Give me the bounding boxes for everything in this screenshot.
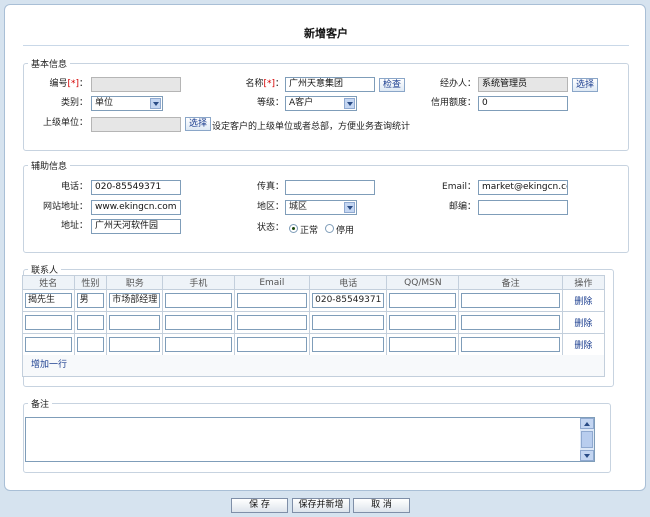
contact-email-input[interactable] xyxy=(236,315,308,330)
contact-email-input[interactable] xyxy=(236,337,308,352)
contact-qq-input[interactable] xyxy=(389,293,457,308)
contact-title-input[interactable] xyxy=(109,337,161,352)
contact-phone-input[interactable] xyxy=(312,337,385,352)
name-label: 名称[*]： xyxy=(245,79,284,89)
contact-phone-input[interactable]: 020-85549371 xyxy=(312,293,385,308)
add-row-link[interactable]: 增加一行 xyxy=(22,355,605,377)
level-select-value: A客户 xyxy=(289,98,314,108)
code-input[interactable] xyxy=(91,77,181,92)
contact-mobile-input[interactable] xyxy=(165,293,232,308)
column-header: QQ/MSN xyxy=(386,275,460,290)
delete-row-link[interactable]: 删除 xyxy=(561,311,606,334)
column-header: 职务 xyxy=(106,275,164,290)
aux-info-legend: 辅助信息 xyxy=(31,162,68,172)
status-disabled-label: 停用 xyxy=(336,226,355,236)
region-select-value: 城区 xyxy=(289,202,308,212)
email-input[interactable]: market@ekingcn.com xyxy=(478,180,568,195)
title-divider xyxy=(23,45,629,46)
fax-label: 传真： xyxy=(256,182,284,192)
contacts-table: 姓名 性别 职务 手机 Email 电话 QQ/MSN 备注 操作 揭先生 男 … xyxy=(22,275,606,356)
parent-choose-button[interactable]: 选择 xyxy=(185,117,212,131)
address-input[interactable]: 广州天河软件园 xyxy=(91,219,181,234)
contact-remark-input[interactable] xyxy=(461,293,560,308)
basic-info-legend: 基本信息 xyxy=(31,60,68,70)
contact-email-input[interactable] xyxy=(236,293,308,308)
table-row: 删除 xyxy=(22,311,606,334)
check-button[interactable]: 检查 xyxy=(379,78,406,92)
parent-label: 上级单位： xyxy=(42,118,88,128)
status-disabled-radio[interactable] xyxy=(325,224,334,233)
code-label: 编号[*]： xyxy=(49,79,88,89)
region-select[interactable]: 城区 xyxy=(285,200,357,215)
scroll-up-icon[interactable] xyxy=(580,418,594,429)
column-header: 姓名 xyxy=(22,275,75,290)
column-header: 手机 xyxy=(162,275,235,290)
site-input[interactable]: www.ekingcn.com xyxy=(91,200,181,215)
status-normal-label: 正常 xyxy=(300,226,319,236)
address-label: 地址： xyxy=(60,221,88,231)
contact-gender-input[interactable] xyxy=(76,315,105,330)
cancel-button[interactable]: 取 消 xyxy=(353,498,410,513)
table-row: 揭先生 男 市场部经理 020-85549371 删除 xyxy=(22,289,606,312)
region-label: 地区： xyxy=(256,202,284,212)
remark-legend: 备注 xyxy=(31,400,50,410)
manager-label: 经办人： xyxy=(439,79,476,89)
type-select[interactable]: 单位 xyxy=(91,96,163,111)
credit-label: 信用额度： xyxy=(430,98,476,108)
scroll-thumb[interactable] xyxy=(581,431,593,448)
contact-name-input[interactable] xyxy=(25,315,72,330)
delete-row-link[interactable]: 删除 xyxy=(561,333,606,356)
email-label: Email： xyxy=(442,182,476,192)
contact-mobile-input[interactable] xyxy=(165,337,232,352)
column-header: 备注 xyxy=(458,275,563,290)
phone-label: 电话： xyxy=(60,182,88,192)
contact-phone-input[interactable] xyxy=(312,315,385,330)
remark-scrollbar[interactable] xyxy=(580,418,594,461)
phone-input[interactable]: 020-85549371 xyxy=(91,180,181,195)
page-title: 新增客户 xyxy=(304,27,348,40)
status-label: 状态： xyxy=(256,223,284,233)
contact-remark-input[interactable] xyxy=(461,315,560,330)
remark-textarea[interactable] xyxy=(25,417,595,462)
contact-title-input[interactable] xyxy=(109,315,161,330)
save-button[interactable]: 保 存 xyxy=(231,498,288,513)
level-label: 等级： xyxy=(256,98,284,108)
contact-title-input[interactable]: 市场部经理 xyxy=(109,293,161,308)
zip-input[interactable] xyxy=(478,200,568,215)
parent-hint: 设定客户的上级单位或者总部，方便业务查询统计 xyxy=(212,122,411,132)
column-header: 性别 xyxy=(73,275,108,290)
credit-input[interactable]: 0 xyxy=(478,96,568,111)
type-select-value: 单位 xyxy=(95,98,114,108)
contact-qq-input[interactable] xyxy=(389,315,457,330)
manager-choose-button[interactable]: 选择 xyxy=(572,78,599,92)
site-label: 网站地址： xyxy=(42,202,88,212)
column-header: 操作 xyxy=(561,275,606,290)
zip-label: 邮编： xyxy=(448,202,476,212)
chevron-down-icon xyxy=(344,202,355,213)
column-header: 电话 xyxy=(309,275,388,290)
delete-row-link[interactable]: 删除 xyxy=(561,289,606,312)
contact-remark-input[interactable] xyxy=(461,337,560,352)
column-header: Email xyxy=(233,275,311,290)
contact-name-input[interactable]: 揭先生 xyxy=(25,293,72,308)
type-label: 类别： xyxy=(60,98,88,108)
status-normal-radio[interactable] xyxy=(289,224,298,233)
chevron-down-icon xyxy=(150,98,161,109)
contact-mobile-input[interactable] xyxy=(165,315,232,330)
parent-input[interactable] xyxy=(91,117,181,132)
level-select[interactable]: A客户 xyxy=(285,96,357,111)
contact-gender-input[interactable]: 男 xyxy=(76,293,105,308)
contact-gender-input[interactable] xyxy=(76,337,105,352)
contact-qq-input[interactable] xyxy=(389,337,457,352)
scroll-down-icon[interactable] xyxy=(580,450,594,461)
save-and-new-button[interactable]: 保存并新增 xyxy=(292,498,350,513)
contacts-header-row: 姓名 性别 职务 手机 Email 电话 QQ/MSN 备注 操作 xyxy=(22,275,606,290)
name-input[interactable]: 广州天意集团 xyxy=(285,77,375,92)
manager-input[interactable]: 系统管理员 xyxy=(478,77,568,92)
table-row: 删除 xyxy=(22,333,606,356)
chevron-down-icon xyxy=(344,98,355,109)
contact-name-input[interactable] xyxy=(25,337,72,352)
fax-input[interactable] xyxy=(285,180,375,195)
